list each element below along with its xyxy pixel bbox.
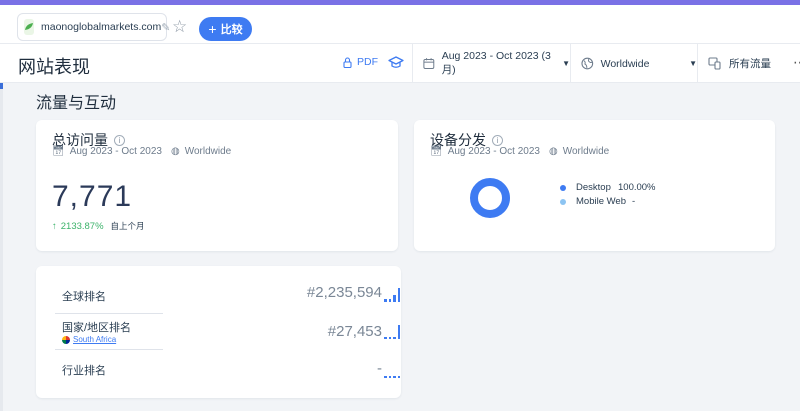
divider [55,349,163,350]
date-range: Aug 2023 - Oct 2023 [69,146,162,157]
rank-trend-bars [384,325,400,339]
top-bar: maonoglobalmarkets.com ✎ ☆ + 比较 [0,5,800,43]
more-options-icon[interactable]: ⋯ [793,54,800,71]
total-visits-card: 总访问量 i 📅︎ Aug 2023 - Oct 2023 ◍ Worldwid… [36,120,398,251]
calendar-icon: 📅︎ [430,146,443,157]
chevron-down-icon: ▼ [689,59,697,68]
date-range-filter[interactable]: Aug 2023 - Oct 2023 (3 月) ▼ [412,44,570,83]
device-donut-chart[interactable] [470,178,510,218]
site-favicon-icon [24,19,34,35]
device-distribution-card: 设备分发 i 📅︎ Aug 2023 - Oct 2023 ◍ Worldwid… [414,120,775,251]
pdf-export-button[interactable]: PDF [343,56,378,68]
rankings-card: 全球排名 #2,235,594 国家/地区排名 South Africa #27… [36,266,401,398]
globe-icon [581,57,594,70]
region: Worldwide [184,146,232,157]
industry-rank-value: - [377,360,382,377]
rank-trend-bars [384,364,400,378]
edit-pencil-icon[interactable]: ✎ [161,21,170,34]
page-title: 网站表现 [18,57,90,77]
legend-item-desktop[interactable]: Desktop 100.00% [560,182,656,193]
region-filter[interactable]: Worldwide ▼ [570,44,697,83]
date-range: Aug 2023 - Oct 2023 [447,146,540,157]
legend-value: 100.00% [618,182,656,193]
global-rank-row[interactable]: 全球排名 #2,235,594 [54,274,400,314]
info-icon[interactable]: i [114,134,125,146]
pdf-label: PDF [357,56,378,68]
domain-chip[interactable]: maonoglobalmarkets.com ✎ [17,13,170,41]
globe-icon: ◍ [171,146,180,157]
left-sidebar-edge [0,43,3,411]
change-indicator: ↑ 2133.87% 自上个月 [52,220,145,232]
change-label: 自上个月 [110,221,145,231]
country-rank-value: #27,453 [327,323,382,340]
country-rank-row[interactable]: 国家/地区排名 South Africa #27,453 [54,314,400,354]
calendar-icon [423,58,435,69]
country-link[interactable]: South Africa [62,335,116,344]
plus-icon: + [208,21,217,37]
legend-item-mobile-web[interactable]: Mobile Web - [560,196,635,207]
south-africa-flag-icon [62,335,70,344]
traffic-type-filter[interactable]: 所有流量 [697,44,793,83]
global-rank-label: 全球排名 [62,291,106,303]
legend-label: Desktop [576,182,611,193]
region-value: Worldwide [600,57,650,70]
section-title: 流量与互动 [36,95,117,112]
card-meta: 📅︎ Aug 2023 - Oct 2023 ◍ Worldwide [52,146,231,157]
card-meta: 📅︎ Aug 2023 - Oct 2023 ◍ Worldwide [430,146,609,157]
global-rank-value: #2,235,594 [306,284,382,301]
date-range-value: Aug 2023 - Oct 2023 (3 月) [441,50,551,76]
globe-icon: ◍ [549,146,558,157]
country-name: South Africa [73,335,117,344]
legend-dot [560,198,566,205]
arrow-up-icon: ↑ [52,220,57,232]
region: Worldwide [562,146,610,157]
country-rank-label: 国家/地区排名 [62,322,132,334]
change-value: 2133.87% [60,220,104,232]
industry-rank-row[interactable]: 行业排名 - [54,352,400,392]
calendar-icon: 📅︎ [52,146,65,157]
star-icon[interactable]: ☆ [172,17,187,37]
compare-button-label: 比较 [220,24,243,36]
chevron-down-icon: ▼ [562,59,570,68]
industry-rank-label: 行业排名 [62,365,106,377]
page-header: 网站表现 PDF Aug 2023 - Oct 2023 (3 月) ▼ Wor… [0,43,800,83]
compare-button[interactable]: + 比较 [199,17,252,41]
total-visits-value: 7,771 [52,180,133,213]
lock-icon [343,56,352,68]
rank-trend-bars [384,288,400,302]
info-icon[interactable]: i [492,134,503,146]
traffic-type-value: 所有流量 [729,58,771,70]
devices-icon [708,57,721,70]
graduation-cap-icon[interactable] [388,56,404,75]
legend-dot [560,184,566,191]
legend-label: Mobile Web [576,196,626,207]
domain-name: maonoglobalmarkets.com [41,21,162,33]
legend-value: - [632,196,636,207]
